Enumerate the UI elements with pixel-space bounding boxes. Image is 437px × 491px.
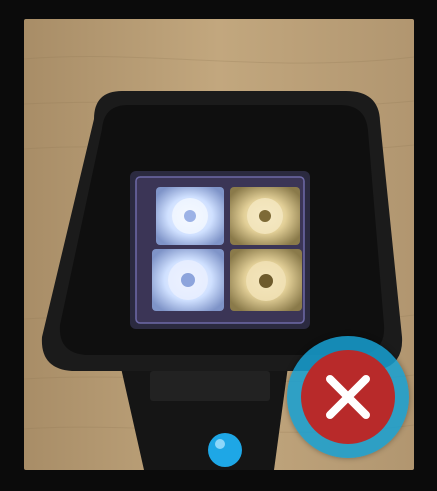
- led-cool-top: [156, 187, 224, 245]
- close-icon: [326, 375, 370, 419]
- led-warm-top: [230, 187, 300, 245]
- screen-frame: [0, 0, 437, 491]
- indicator-light: [208, 433, 242, 467]
- led-cool-bottom: [152, 249, 224, 311]
- stand-panel: [150, 371, 270, 401]
- led-warm-bottom: [230, 249, 302, 311]
- close-button[interactable]: [287, 336, 409, 458]
- close-button-inner: [301, 350, 395, 444]
